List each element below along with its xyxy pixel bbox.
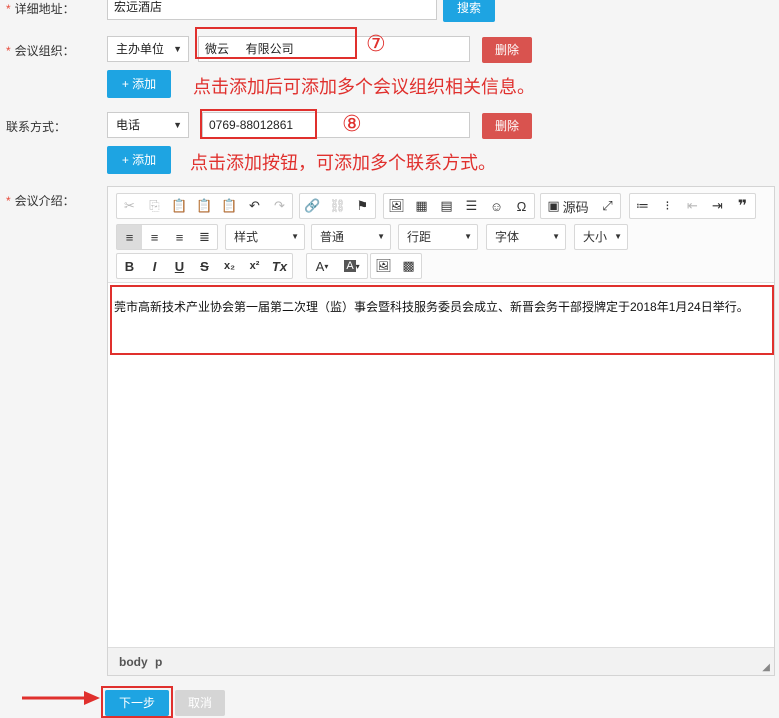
format-dropdown[interactable]: 普通 ▼ bbox=[311, 224, 391, 250]
clear-format-icon[interactable]: Tx bbox=[267, 254, 292, 278]
chevron-down-icon: ▼ bbox=[464, 232, 472, 241]
table-icon[interactable]: ▤ bbox=[434, 194, 459, 218]
statusbar-body-tag[interactable]: body bbox=[119, 655, 148, 669]
blockquote-icon[interactable]: ❞ bbox=[730, 194, 755, 218]
unordered-list-icon[interactable]: ⁝ bbox=[655, 194, 680, 218]
toolbar-group-link: 🔗 ⛓ ⚑ bbox=[299, 193, 376, 219]
editor-statusbar: body p ◢ bbox=[108, 647, 774, 675]
annotation-marker-7: ⑦ bbox=[366, 31, 386, 56]
contact-delete-button[interactable]: 删除 bbox=[482, 113, 532, 139]
editor-toolbar: ✂ ⎘ 📋 📋 📋 ↶ ↷ 🔗 ⛓ ⚑ 🖼 ▦ ▤ ☰ ☺ Ω ▣ 源码 ⤢ ≔… bbox=[108, 187, 774, 283]
contact-add-button[interactable]: + 添加 bbox=[107, 146, 171, 174]
align-center-icon[interactable]: ≡ bbox=[142, 225, 167, 249]
style-dropdown[interactable]: 样式 ▼ bbox=[225, 224, 305, 250]
chevron-down-icon: ▼ bbox=[173, 120, 182, 130]
contact-hint: 点击添加按钮，可添加多个联系方式。 bbox=[190, 153, 496, 174]
align-left-icon[interactable]: ≡ bbox=[117, 225, 142, 249]
paste-icon[interactable]: 📋 bbox=[167, 194, 192, 218]
toolbar-group-list: ≔ ⁝ ⇤ ⇥ ❞ bbox=[629, 193, 756, 219]
content-highlight-box bbox=[110, 285, 774, 355]
horizontal-line-icon[interactable]: ☰ bbox=[459, 194, 484, 218]
rich-text-editor[interactable]: ✂ ⎘ 📋 📋 📋 ↶ ↷ 🔗 ⛓ ⚑ 🖼 ▦ ▤ ☰ ☺ Ω ▣ 源码 ⤢ ≔… bbox=[107, 186, 775, 676]
font-family-dropdown[interactable]: 字体 ▼ bbox=[486, 224, 566, 250]
underline-icon[interactable]: U bbox=[167, 254, 192, 278]
maximize-icon[interactable]: ⤢ bbox=[595, 194, 620, 218]
toolbar-group-color: A ▾ A ▾ bbox=[306, 253, 368, 279]
link-icon[interactable]: 🔗 bbox=[300, 194, 325, 218]
organizer-hint: 点击添加后可添加多个会议组织相关信息。 bbox=[193, 77, 535, 98]
outdent-icon[interactable]: ⇤ bbox=[680, 194, 705, 218]
organizer-add-button[interactable]: + 添加 bbox=[107, 70, 171, 98]
font-color-icon[interactable]: A ▾ bbox=[307, 254, 337, 278]
indent-icon[interactable]: ⇥ bbox=[705, 194, 730, 218]
chevron-down-icon: ▼ bbox=[614, 232, 622, 241]
organizer-delete-button[interactable]: 删除 bbox=[482, 37, 532, 63]
chevron-down-icon: ▼ bbox=[552, 232, 560, 241]
next-step-button[interactable]: 下一步 bbox=[105, 690, 169, 716]
strikethrough-icon[interactable]: S bbox=[192, 254, 217, 278]
address-input[interactable]: 宏远酒店 bbox=[107, 0, 437, 20]
cut-icon[interactable]: ✂ bbox=[117, 194, 142, 218]
special-char-icon[interactable]: Ω bbox=[509, 194, 534, 218]
flash-icon[interactable]: ▦ bbox=[409, 194, 434, 218]
intro-label: * 会议介绍： bbox=[6, 194, 75, 208]
chevron-down-icon: ▼ bbox=[291, 232, 299, 241]
unlink-icon[interactable]: ⛓ bbox=[325, 194, 350, 218]
qrcode-icon[interactable]: ▩ bbox=[396, 254, 421, 278]
font-size-dropdown[interactable]: 大小 ▼ bbox=[574, 224, 628, 250]
background-color-icon[interactable]: A ▾ bbox=[337, 254, 367, 278]
redo-icon[interactable]: ↷ bbox=[267, 194, 292, 218]
toolbar-group-source: ▣ 源码 ⤢ bbox=[540, 193, 621, 219]
ordered-list-icon[interactable]: ≔ bbox=[630, 194, 655, 218]
toolbar-group-align: ≡ ≡ ≡ ≣ bbox=[116, 224, 218, 250]
image-icon[interactable]: 🖼 bbox=[384, 194, 409, 218]
annotation-marker-8: ⑧ bbox=[342, 111, 362, 136]
organizer-label: * 会议组织： bbox=[6, 44, 75, 58]
paste-text-icon[interactable]: 📋 bbox=[192, 194, 217, 218]
emoji-icon[interactable]: ☺ bbox=[484, 194, 509, 218]
superscript-icon[interactable]: x² bbox=[242, 254, 267, 278]
cancel-button[interactable]: 取消 bbox=[175, 690, 225, 716]
resize-handle-icon[interactable]: ◢ bbox=[762, 662, 770, 673]
bold-icon[interactable]: B bbox=[117, 254, 142, 278]
organizer-type-select[interactable]: 主办单位 ▼ bbox=[107, 36, 189, 62]
line-height-dropdown[interactable]: 行距 ▼ bbox=[398, 224, 478, 250]
chevron-down-icon: ▼ bbox=[377, 232, 385, 241]
paste-word-icon[interactable]: 📋 bbox=[217, 194, 242, 218]
copy-icon[interactable]: ⎘ bbox=[142, 194, 167, 218]
address-label: * 详细地址： bbox=[6, 2, 75, 16]
italic-icon[interactable]: I bbox=[142, 254, 167, 278]
statusbar-p-tag[interactable]: p bbox=[155, 655, 162, 669]
align-right-icon[interactable]: ≡ bbox=[167, 225, 192, 249]
arrow-pointer-icon bbox=[22, 691, 100, 705]
anchor-flag-icon[interactable]: ⚑ bbox=[350, 194, 375, 218]
search-button[interactable]: 搜索 bbox=[443, 0, 495, 22]
contact-label: 联系方式： bbox=[6, 120, 67, 134]
align-justify-icon[interactable]: ≣ bbox=[192, 225, 217, 249]
toolbar-group-media: 🖼 ▩ bbox=[370, 253, 422, 279]
toolbar-group-insert: 🖼 ▦ ▤ ☰ ☺ Ω bbox=[383, 193, 535, 219]
undo-icon[interactable]: ↶ bbox=[242, 194, 267, 218]
contact-type-select[interactable]: 电话 ▼ bbox=[107, 112, 189, 138]
chevron-down-icon: ▼ bbox=[173, 44, 182, 54]
source-button[interactable]: ▣ 源码 bbox=[541, 194, 595, 218]
source-icon: ▣ bbox=[547, 198, 560, 213]
contact-highlight-box bbox=[200, 109, 317, 139]
subscript-icon[interactable]: x₂ bbox=[217, 254, 242, 278]
insert-picture-icon[interactable]: 🖼 bbox=[371, 254, 396, 278]
organizer-highlight-box bbox=[195, 27, 357, 59]
toolbar-group-edit: ✂ ⎘ 📋 📋 📋 ↶ ↷ bbox=[116, 193, 293, 219]
toolbar-group-font-style: B I U S x₂ x² Tx bbox=[116, 253, 293, 279]
